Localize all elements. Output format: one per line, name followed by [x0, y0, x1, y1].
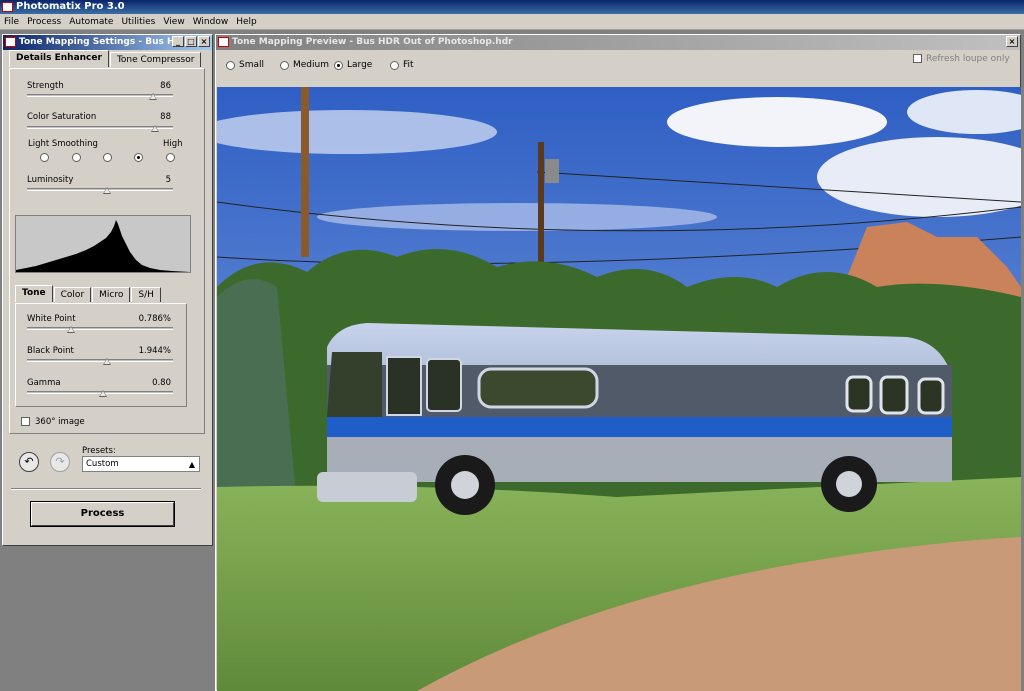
presets-select[interactable]: Custom ▲: [82, 456, 200, 472]
photomatix-logo-icon: [218, 37, 229, 47]
app-title-bar: Photomatix Pro 3.0: [0, 0, 1024, 14]
menu-view[interactable]: View: [159, 14, 188, 30]
size-large-label: Large: [347, 60, 373, 70]
menu-help[interactable]: Help: [232, 14, 261, 30]
light-smoothing-option-1[interactable]: [40, 153, 49, 162]
menu-window[interactable]: Window: [189, 14, 233, 30]
gamma-label: Gamma: [27, 378, 61, 388]
menu-file[interactable]: File: [0, 14, 23, 30]
light-smoothing-option-5[interactable]: [166, 153, 175, 162]
light-smoothing-high-label: High: [163, 139, 183, 149]
light-smoothing-option-4[interactable]: [134, 153, 143, 162]
preview-title: Tone Mapping Preview - Bus HDR Out of Ph…: [232, 37, 513, 47]
black-point-slider-thumb[interactable]: [103, 358, 112, 365]
tone-mapping-preview-window: Tone Mapping Preview - Bus HDR Out of Ph…: [215, 34, 1021, 691]
undo-icon[interactable]: ↶: [19, 452, 39, 472]
color-saturation-slider-thumb[interactable]: [151, 125, 160, 132]
strength-value: 86: [160, 81, 171, 91]
redo-icon: ↷: [50, 452, 70, 472]
tab-tone-compressor[interactable]: Tone Compressor: [109, 52, 202, 67]
app-title: Photomatix Pro 3.0: [16, 1, 125, 12]
light-smoothing-option-2[interactable]: [72, 153, 81, 162]
tone-mapping-settings-window: Tone Mapping Settings - Bus H... _ □ × D…: [2, 34, 213, 546]
strength-slider-thumb[interactable]: [148, 93, 157, 100]
photomatix-logo-icon: [5, 37, 16, 47]
tab-details-enhancer[interactable]: Details Enhancer: [9, 50, 109, 67]
color-saturation-value: 88: [160, 112, 171, 122]
histogram-graph: [16, 220, 190, 272]
size-fit-radio[interactable]: [390, 61, 399, 70]
minimize-icon[interactable]: _: [172, 36, 184, 47]
settings-title: Tone Mapping Settings - Bus H...: [19, 37, 185, 47]
tab-micro[interactable]: Micro: [92, 287, 131, 302]
gamma-slider-thumb[interactable]: [98, 390, 107, 397]
black-point-value: 1.944%: [138, 346, 171, 356]
process-button[interactable]: Process: [30, 501, 175, 527]
refresh-loupe-label: Refresh loupe only: [926, 54, 1010, 64]
bus-photo: [217, 87, 1021, 691]
black-point-slider[interactable]: [27, 359, 173, 362]
settings-title-bar[interactable]: Tone Mapping Settings - Bus H... _ □ ×: [3, 35, 212, 50]
size-medium-label: Medium: [293, 60, 329, 70]
refresh-loupe-checkbox[interactable]: [913, 54, 922, 63]
preview-size-options: Small Medium Large Fit Refresh loupe onl…: [216, 51, 1020, 87]
tab-sh[interactable]: S/H: [131, 287, 161, 302]
white-point-slider-thumb[interactable]: [66, 326, 75, 333]
preview-title-bar[interactable]: Tone Mapping Preview - Bus HDR Out of Ph…: [216, 35, 1020, 50]
light-smoothing-option-3[interactable]: [103, 153, 112, 162]
maximize-icon[interactable]: □: [185, 36, 197, 47]
size-small-label: Small: [239, 60, 264, 70]
photomatix-logo-icon: [2, 2, 13, 12]
strength-label: Strength: [27, 81, 64, 91]
menu-process[interactable]: Process: [23, 14, 65, 30]
luminosity-label: Luminosity: [27, 175, 74, 185]
preview-image[interactable]: [217, 87, 1021, 691]
gamma-value: 0.80: [152, 378, 171, 388]
size-fit-label: Fit: [403, 60, 414, 70]
luminance-histogram: [15, 215, 191, 273]
white-point-label: White Point: [27, 314, 76, 324]
image-360-checkbox[interactable]: [21, 417, 30, 426]
luminosity-slider-thumb[interactable]: [103, 187, 112, 194]
tab-color[interactable]: Color: [53, 287, 92, 302]
image-360-label: 360° image: [35, 417, 85, 427]
light-smoothing-label: Light Smoothing: [28, 139, 98, 149]
menu-bar: File Process Automate Utilities View Window He…: [0, 14, 1024, 30]
color-saturation-label: Color Saturation: [27, 112, 97, 122]
separator: [11, 488, 201, 490]
white-point-value: 0.786%: [138, 314, 171, 324]
white-point-slider[interactable]: [27, 327, 173, 330]
menu-utilities[interactable]: Utilities: [117, 14, 159, 30]
close-icon[interactable]: ×: [1006, 36, 1018, 47]
dropdown-arrow-icon: ▲: [188, 460, 195, 469]
luminosity-slider[interactable]: [27, 188, 173, 191]
menu-automate[interactable]: Automate: [65, 14, 117, 30]
close-icon[interactable]: ×: [198, 36, 210, 47]
black-point-label: Black Point: [27, 346, 74, 356]
presets-label: Presets:: [82, 446, 116, 456]
presets-selected-value: Custom: [86, 459, 119, 469]
size-large-radio[interactable]: [334, 61, 343, 70]
size-small-radio[interactable]: [226, 61, 235, 70]
luminosity-value: 5: [165, 175, 171, 185]
size-medium-radio[interactable]: [280, 61, 289, 70]
tab-tone[interactable]: Tone: [15, 285, 53, 302]
